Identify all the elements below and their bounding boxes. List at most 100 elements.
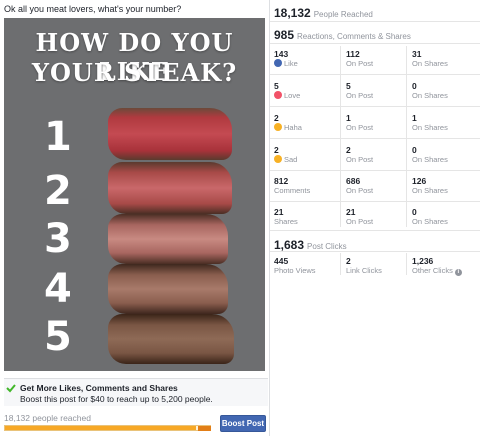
- on-shares-label: On Shares: [412, 59, 448, 68]
- divider: [270, 74, 480, 75]
- steak-slice-well-done: [108, 314, 234, 364]
- sad-on-post: 2 On Post: [346, 145, 412, 165]
- post-caption: Ok all you meat lovers, what's your numb…: [4, 4, 182, 14]
- other-clicks-value: 1,236: [412, 256, 434, 266]
- people-reached-stat: 18,132 People Reached: [274, 4, 373, 22]
- like-on-shares-value: 31: [412, 49, 422, 59]
- steak-slice-medium-well: [108, 264, 228, 314]
- link-clicks-value: 2: [346, 256, 351, 266]
- on-post-label: On Post: [346, 59, 374, 68]
- sad-label: Sad: [284, 155, 298, 164]
- love-on-post-value: 5: [346, 81, 351, 91]
- divider: [270, 21, 480, 22]
- post-insights: 18,132 People Reached 985 Reactions, Comme…: [270, 0, 480, 436]
- boost-promo-title: Get More Likes, Comments and Shares: [20, 383, 178, 393]
- column-separator: [406, 253, 407, 275]
- rank-label: 3: [44, 216, 72, 262]
- like-on-post: 112 On Post: [346, 49, 412, 69]
- comments-on-post-value: 686: [346, 176, 361, 186]
- haha-on-post-value: 1: [346, 113, 351, 123]
- reach-progress-bar: [4, 425, 211, 431]
- on-shares-label: On Shares: [412, 217, 448, 226]
- on-shares-label: On Shares: [412, 123, 448, 132]
- post-image[interactable]: HOW DO YOU LIKE YOUR STEAK? 1 2 3 4 5: [4, 18, 265, 371]
- love-label-wrap: Love: [274, 91, 340, 101]
- photo-views-label: Photo Views: [274, 266, 316, 275]
- image-headline-line2: YOUR STEAK?: [31, 58, 238, 87]
- post-clicks-label: Post Clicks: [307, 242, 347, 251]
- sad-count: 2: [274, 145, 279, 155]
- love-on-shares-value: 0: [412, 81, 417, 91]
- haha-count: 2: [274, 113, 279, 123]
- engagement-value: 985: [274, 28, 295, 42]
- shares-on-shares: 0 On Shares: [412, 207, 478, 227]
- sad-on-post-value: 2: [346, 145, 351, 155]
- shares-on-post-value: 21: [346, 207, 356, 217]
- info-icon[interactable]: i: [454, 269, 462, 276]
- on-post-label: On Post: [346, 155, 374, 164]
- comments-count: 812: [274, 176, 289, 186]
- haha-label: Haha: [284, 123, 302, 132]
- shares-total: 21 Shares: [274, 207, 340, 227]
- reach-progress-fill: [5, 426, 196, 430]
- people-reached-label: People Reached: [313, 10, 373, 19]
- rank-label: 2: [44, 168, 72, 214]
- people-reached-value: 18,132: [274, 6, 311, 20]
- boost-post-button[interactable]: Boost Post: [220, 415, 266, 432]
- divider: [270, 201, 480, 202]
- rank-label: 5: [44, 314, 72, 360]
- like-label: Like: [284, 59, 298, 68]
- boost-promo-subtitle: Boost this post for $40 to reach up to 5…: [20, 394, 213, 404]
- link-clicks-label: Link Clicks: [346, 266, 382, 275]
- love-on-post: 5 On Post: [346, 81, 412, 101]
- steak-slice-rare: [108, 108, 232, 160]
- photo-views-value: 445: [274, 256, 289, 266]
- haha-total: 2 Haha: [274, 113, 340, 133]
- comments-on-shares: 126 On Shares: [412, 176, 478, 196]
- shares-on-post: 21 On Post: [346, 207, 412, 227]
- sad-total: 2 Sad: [274, 145, 340, 165]
- rank-label: 1: [44, 114, 72, 160]
- people-reached-text: 18,132 people reached: [4, 413, 91, 423]
- like-count: 143: [274, 49, 289, 59]
- steak-slice-medium: [108, 214, 228, 264]
- checkmark-icon: [6, 384, 16, 393]
- reach-progress-marker: [198, 426, 211, 431]
- like-on-post-value: 112: [346, 49, 360, 59]
- boost-promo[interactable]: Get More Likes, Comments and Shares Boos…: [4, 378, 268, 406]
- like-icon: [274, 59, 282, 67]
- other-clicks-label-wrap: Other Clicks i: [412, 266, 478, 276]
- haha-on-post: 1 On Post: [346, 113, 412, 133]
- like-label-wrap: Like: [274, 59, 340, 69]
- haha-on-shares-value: 1: [412, 113, 417, 123]
- other-clicks-stat: 1,236 Other Clicks i: [412, 256, 478, 276]
- on-post-label: On Post: [346, 217, 374, 226]
- divider: [270, 138, 480, 139]
- haha-label-wrap: Haha: [274, 123, 340, 133]
- like-on-shares: 31 On Shares: [412, 49, 478, 69]
- divider: [270, 43, 480, 44]
- on-post-label: On Post: [346, 123, 374, 132]
- sad-label-wrap: Sad: [274, 155, 340, 165]
- love-label: Love: [284, 91, 301, 100]
- love-on-shares: 0 On Shares: [412, 81, 478, 101]
- like-total: 143 Like: [274, 49, 340, 69]
- comments-total: 812 Comments: [274, 176, 340, 196]
- on-shares-label: On Shares: [412, 186, 448, 195]
- other-clicks-label: Other Clicks: [412, 266, 453, 275]
- column-separator: [406, 46, 407, 227]
- sad-icon: [274, 155, 282, 163]
- divider: [270, 106, 480, 107]
- comments-on-shares-value: 126: [412, 176, 427, 186]
- post-clicks-value: 1,683: [274, 238, 305, 252]
- column-separator: [340, 46, 341, 227]
- love-count: 5: [274, 81, 279, 91]
- shares-count: 21: [274, 207, 284, 217]
- haha-on-shares: 1 On Shares: [412, 113, 478, 133]
- divider: [270, 170, 480, 171]
- love-total: 5 Love: [274, 81, 340, 101]
- shares-on-shares-value: 0: [412, 207, 417, 217]
- love-icon: [274, 91, 282, 99]
- shares-label: Shares: [274, 217, 298, 226]
- comments-label: Comments: [274, 186, 311, 195]
